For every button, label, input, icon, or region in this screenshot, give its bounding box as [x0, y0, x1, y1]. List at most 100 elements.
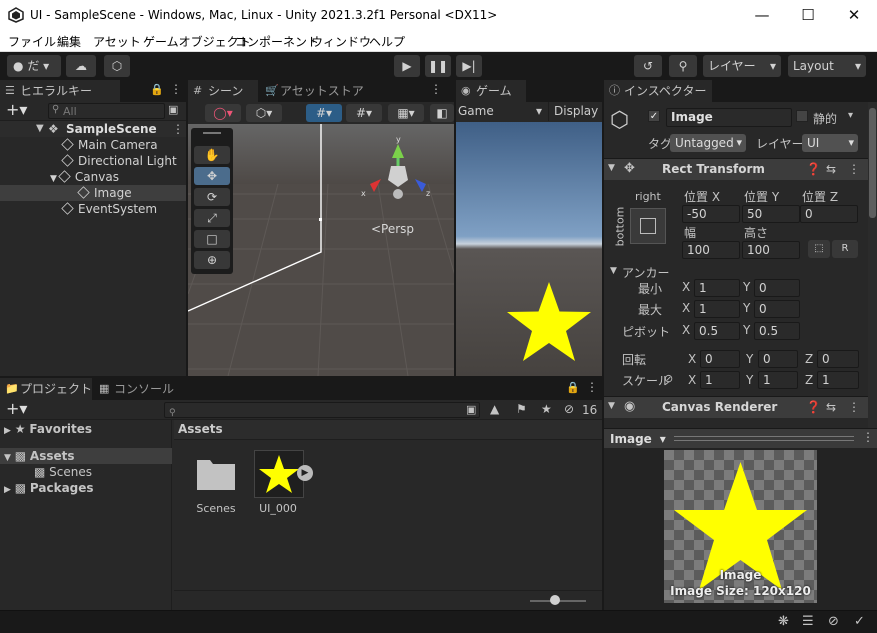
hierarchy-item-canvas[interactable]: ▼ Canvas: [0, 169, 186, 185]
tree-packages[interactable]: ▶ ▩ Packages: [4, 480, 94, 496]
cloud-button[interactable]: ☁: [66, 55, 96, 77]
menu-window[interactable]: ウィンドウ: [311, 33, 371, 50]
search-button[interactable]: ⚲: [669, 55, 697, 77]
expand-arrow-icon[interactable]: ▶: [4, 485, 11, 495]
menu-edit[interactable]: 編集: [57, 33, 81, 50]
more-menu-icon[interactable]: ⋮: [848, 162, 860, 176]
height-field[interactable]: 100: [742, 241, 800, 259]
rect-transform-header[interactable]: ▼ ✥ Rect Transform ❓ ⇆ ⋮: [604, 158, 868, 180]
tab-game[interactable]: ◉ ゲーム: [456, 80, 526, 102]
project-search-input[interactable]: ⚲: [164, 402, 480, 418]
chevron-down-icon[interactable]: ▾: [848, 110, 853, 121]
help-icon[interactable]: ❓: [806, 162, 821, 176]
inspector-scrollbar[interactable]: [868, 102, 877, 428]
maximize-button[interactable]: ☐: [785, 0, 831, 30]
layer-dropdown[interactable]: UI: [802, 134, 858, 152]
rotation-z-field[interactable]: 0: [817, 350, 859, 368]
canvas-renderer-header[interactable]: ▼ ◉ Canvas Renderer ❓ ⇆ ⋮: [604, 396, 868, 418]
pivot-y-field[interactable]: 0.5: [754, 322, 800, 340]
snap-button[interactable]: #▾: [346, 104, 382, 122]
auto-generate-lighting-icon[interactable]: ⊘: [828, 614, 839, 629]
rotation-x-field[interactable]: 0: [700, 350, 740, 368]
game-viewport[interactable]: [456, 122, 602, 376]
add-asset-button[interactable]: +▾: [6, 399, 27, 418]
inspector-scroll-thumb[interactable]: [869, 108, 876, 218]
zoom-slider-thumb[interactable]: [550, 595, 560, 605]
anchor-min-x-field[interactable]: 1: [694, 279, 740, 297]
more-menu-icon[interactable]: ⋮: [430, 82, 442, 96]
scene-row[interactable]: ▼ ❖ SampleScene ⋮: [0, 121, 186, 137]
collapse-arrow-icon[interactable]: ▼: [610, 266, 617, 276]
collapse-arrow-icon[interactable]: ▼: [36, 121, 44, 137]
history-button[interactable]: ↺: [634, 55, 662, 77]
drag-handle[interactable]: [203, 132, 221, 134]
constrain-scale-icon[interactable]: ⊘: [664, 372, 673, 385]
active-checkbox[interactable]: ✓: [648, 110, 660, 122]
search-filter-icon[interactable]: ▣: [466, 403, 476, 416]
canvas-anchor-handle[interactable]: [319, 218, 322, 221]
blueprint-mode-button[interactable]: ⬚: [808, 240, 830, 258]
rotation-y-field[interactable]: 0: [758, 350, 798, 368]
menu-file[interactable]: ファイル: [8, 33, 56, 50]
hierarchy-item-image[interactable]: Image: [0, 185, 186, 201]
more-menu-icon[interactable]: ⋮: [848, 400, 860, 414]
more-menu-icon[interactable]: ⋮: [170, 82, 182, 96]
hierarchy-search-input[interactable]: All: [48, 103, 165, 119]
width-field[interactable]: 100: [682, 241, 740, 259]
breadcrumb-assets[interactable]: Assets: [178, 422, 223, 436]
effects-button[interactable]: ◧: [430, 104, 454, 122]
menu-help[interactable]: ヘルプ: [369, 33, 405, 50]
expand-arrow-icon[interactable]: ▶: [4, 426, 11, 436]
tab-project[interactable]: 📁 プロジェクト: [0, 378, 92, 400]
more-menu-icon[interactable]: ⋮: [862, 430, 874, 444]
hierarchy-item-main-camera[interactable]: Main Camera: [0, 137, 186, 153]
persp-label[interactable]: <Persp: [371, 222, 414, 236]
tree-scenes[interactable]: ▩ Scenes: [34, 464, 92, 480]
tab-inspector[interactable]: ⓘ インスペクター: [604, 80, 712, 102]
anchor-max-y-field[interactable]: 0: [754, 300, 800, 318]
tab-scene[interactable]: # シーン: [188, 80, 258, 102]
menu-assets[interactable]: アセット: [93, 33, 141, 50]
game-mode-dropdown[interactable]: Game ▾: [458, 102, 544, 121]
step-button[interactable]: ▶|: [456, 55, 482, 77]
close-button[interactable]: ✕: [831, 0, 877, 30]
bug-icon[interactable]: ❋: [778, 614, 789, 629]
scale-x-field[interactable]: 1: [700, 371, 740, 389]
asset-scenes-folder[interactable]: [196, 454, 236, 494]
preset-icon[interactable]: ⇆: [826, 400, 836, 414]
hidden-packages-icon[interactable]: ⊘: [564, 402, 574, 416]
account-button[interactable]: ● だ ▾: [7, 55, 61, 77]
transform-tool-button[interactable]: ⊕: [194, 251, 230, 269]
play-button[interactable]: ▶: [394, 55, 420, 77]
preview-resize-handle[interactable]: [674, 436, 854, 441]
more-menu-icon[interactable]: ⋮: [172, 121, 184, 137]
rotate-tool-button[interactable]: ⟳: [194, 188, 230, 206]
tab-asset-store[interactable]: 🛒 アセットストア: [260, 80, 370, 102]
pos-x-field[interactable]: -50: [682, 205, 740, 223]
more-menu-icon[interactable]: ⋮: [586, 380, 598, 394]
audio-toggle-button[interactable]: ▦▾: [388, 104, 424, 122]
anchor-min-y-field[interactable]: 0: [754, 279, 800, 297]
collapse-arrow-icon[interactable]: ▼: [4, 453, 11, 463]
tab-hierarchy[interactable]: ☰ ヒエラルキー: [0, 80, 120, 102]
layout-dropdown[interactable]: Layout ▾: [788, 55, 866, 77]
layers-dropdown[interactable]: レイヤー ▾: [703, 55, 781, 77]
anchor-max-x-field[interactable]: 1: [694, 300, 740, 318]
minimize-button[interactable]: —: [739, 0, 785, 30]
tree-favorites[interactable]: ▶ ★ Favorites: [4, 420, 172, 438]
preset-icon[interactable]: ⇆: [826, 162, 836, 176]
collab-button[interactable]: ⬡: [104, 55, 130, 77]
hand-tool-button[interactable]: ✋: [194, 146, 230, 164]
hierarchy-item-directional-light[interactable]: Directional Light: [0, 153, 186, 169]
tree-assets[interactable]: ▼ ▩ Assets: [0, 448, 172, 464]
object-name-field[interactable]: Image: [666, 108, 792, 127]
filter-by-label-icon[interactable]: ⚑: [516, 402, 527, 416]
cache-server-icon[interactable]: ☰: [802, 614, 814, 629]
collapse-arrow-icon[interactable]: ▼: [608, 401, 615, 411]
tab-console[interactable]: ▦ コンソール: [94, 378, 184, 400]
lock-icon[interactable]: 🔒: [566, 381, 580, 394]
scale-tool-button[interactable]: ⤢: [194, 209, 230, 227]
add-button[interactable]: +▾: [6, 100, 27, 119]
rect-tool-button[interactable]: □: [194, 230, 230, 248]
raw-edit-button[interactable]: R: [832, 240, 858, 258]
